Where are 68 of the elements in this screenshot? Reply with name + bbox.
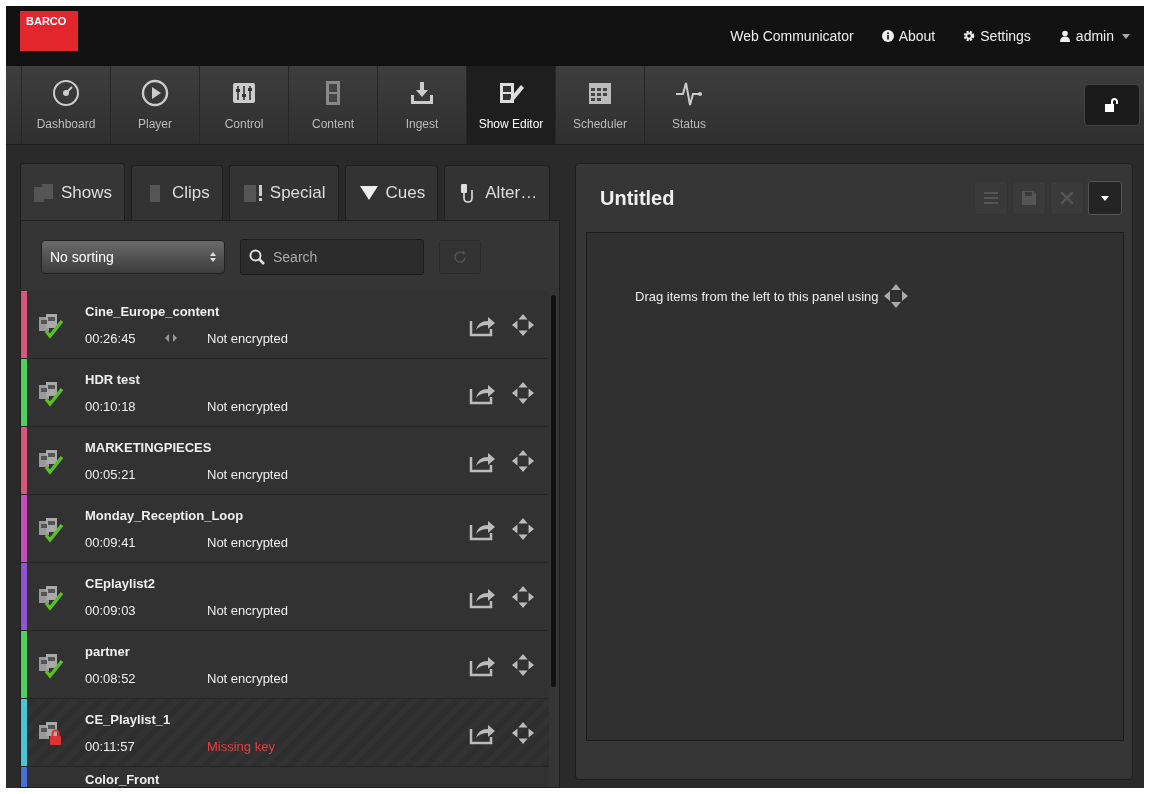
nav-tab[interactable]: Control <box>199 66 288 144</box>
show-name: CE_Playlist_1 <box>85 711 172 727</box>
close-icon <box>1060 191 1074 205</box>
up-down-icon <box>210 252 216 262</box>
encryption-status: Missing key <box>207 738 275 754</box>
scrollbar[interactable] <box>551 295 556 687</box>
encryption-status: Not encrypted <box>207 466 288 482</box>
encryption-status: Not encrypted <box>207 398 288 414</box>
nav-tab[interactable]: Show Editor <box>466 66 555 144</box>
user-link[interactable]: admin <box>1058 28 1130 44</box>
show-name: HDR test <box>85 371 141 387</box>
info-icon <box>881 30 894 42</box>
search-field[interactable]: Search <box>240 239 424 275</box>
refresh-icon <box>453 250 467 264</box>
duration: 00:26:45 <box>85 330 137 346</box>
unlock-button[interactable] <box>1084 84 1140 126</box>
film-stack-icon <box>33 182 55 203</box>
duration: 00:10:18 <box>85 398 137 414</box>
encryption-status: Not encrypted <box>207 534 288 550</box>
show-name: Color_Front <box>85 772 161 787</box>
show-name: Cine_Europe_content <box>85 303 221 319</box>
show-row[interactable]: partner 00:08:52 Not encrypted <box>21 631 549 699</box>
nav-tab[interactable]: Scheduler <box>555 66 644 144</box>
show-name: Monday_Reception_Loop <box>85 507 245 523</box>
play-icon <box>141 79 169 107</box>
caret-icon <box>1101 195 1109 201</box>
show-title: Untitled <box>600 186 675 210</box>
duration: 00:08:52 <box>85 670 137 686</box>
show-name: CEplaylist2 <box>85 575 157 591</box>
encryption-status: Not encrypted <box>207 670 288 686</box>
list-icon <box>984 191 998 205</box>
move-icon <box>882 283 909 309</box>
nav-tab[interactable]: Status <box>644 66 733 144</box>
library-tab[interactable]: Alter… <box>444 165 551 220</box>
download-icon <box>408 79 436 107</box>
settings-link[interactable]: Settings <box>963 28 1031 44</box>
show-row[interactable]: MARKETINGPIECES 00:05:21 Not encrypted <box>21 427 549 495</box>
nav-tab[interactable]: Content <box>288 66 377 144</box>
show-row[interactable]: CEplaylist2 00:09:03 Not encrypted <box>21 563 549 631</box>
drag-hint: Drag items from the left to this panel using <box>635 288 879 304</box>
about-link[interactable]: About <box>881 28 936 44</box>
show-row[interactable]: Monday_Reception_Loop 00:09:41 Not encrypted <box>21 495 549 563</box>
unlock-icon <box>1104 98 1120 112</box>
show-name: MARKETINGPIECES <box>85 439 213 455</box>
encryption-status: Not encrypted <box>207 602 288 618</box>
search-icon <box>249 249 265 265</box>
caret-icon <box>1122 33 1130 39</box>
settings-icon <box>963 30 976 42</box>
duration: 00:09:41 <box>85 534 137 550</box>
header-link[interactable]: Web Communicator <box>730 28 854 44</box>
film-exclamation-icon <box>241 183 264 203</box>
duration: 00:09:03 <box>85 602 137 618</box>
show-row[interactable]: HDR test 00:10:18 Not encrypted <box>21 359 549 427</box>
sort-dropdown[interactable]: No sorting <box>41 240 225 274</box>
library-tab[interactable]: Clips <box>131 165 223 220</box>
logo[interactable]: BARCO <box>20 11 78 51</box>
duration: 00:05:21 <box>85 466 137 482</box>
show-name: partner <box>85 643 131 659</box>
library-tab[interactable]: Special <box>228 165 339 220</box>
library-tab[interactable]: Cues <box>344 165 439 220</box>
nav-tab[interactable]: Dashboard <box>21 66 110 144</box>
gauge-icon <box>52 79 80 107</box>
library-tab[interactable]: Shows <box>20 163 126 221</box>
show-row[interactable]: Cine_Europe_content 00:26:45 Not encrypted <box>21 291 549 359</box>
user-icon <box>1058 30 1071 42</box>
encryption-status: Not encrypted <box>207 330 288 346</box>
duration: 00:11:57 <box>85 738 136 754</box>
nav-tab[interactable]: Player <box>110 66 199 144</box>
